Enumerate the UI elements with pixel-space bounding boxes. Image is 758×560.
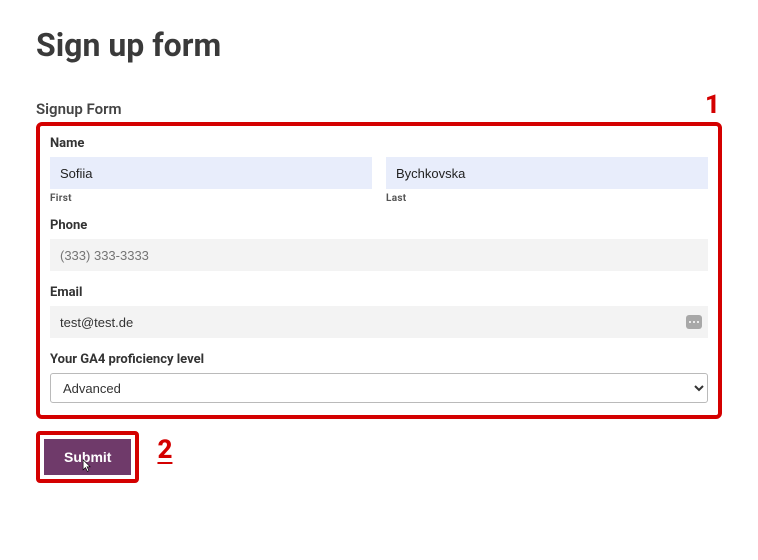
submit-button[interactable]: Submit xyxy=(44,439,131,475)
email-label: Email xyxy=(50,285,708,300)
proficiency-level-select[interactable]: Advanced xyxy=(50,373,708,403)
form-container: Name First Last Phone Email Your GA4 pro… xyxy=(36,122,722,419)
annotation-2: 2 xyxy=(157,437,172,463)
phone-label: Phone xyxy=(50,218,708,233)
email-field[interactable] xyxy=(50,306,708,338)
autofill-suggestion-icon[interactable] xyxy=(686,315,702,329)
submit-annotation-frame: Submit xyxy=(36,431,139,483)
first-name-field[interactable] xyxy=(50,157,372,189)
submit-button-label: Submit xyxy=(64,449,111,465)
first-name-sublabel: First xyxy=(50,193,372,204)
name-label: Name xyxy=(50,136,708,151)
page-title: Sign up form xyxy=(36,26,722,64)
section-label: Signup Form xyxy=(36,100,122,118)
phone-field[interactable] xyxy=(50,239,708,271)
annotation-1: 1 xyxy=(705,92,720,118)
level-label: Your GA4 proficiency level xyxy=(50,352,708,367)
last-name-sublabel: Last xyxy=(386,193,708,204)
last-name-field[interactable] xyxy=(386,157,708,189)
